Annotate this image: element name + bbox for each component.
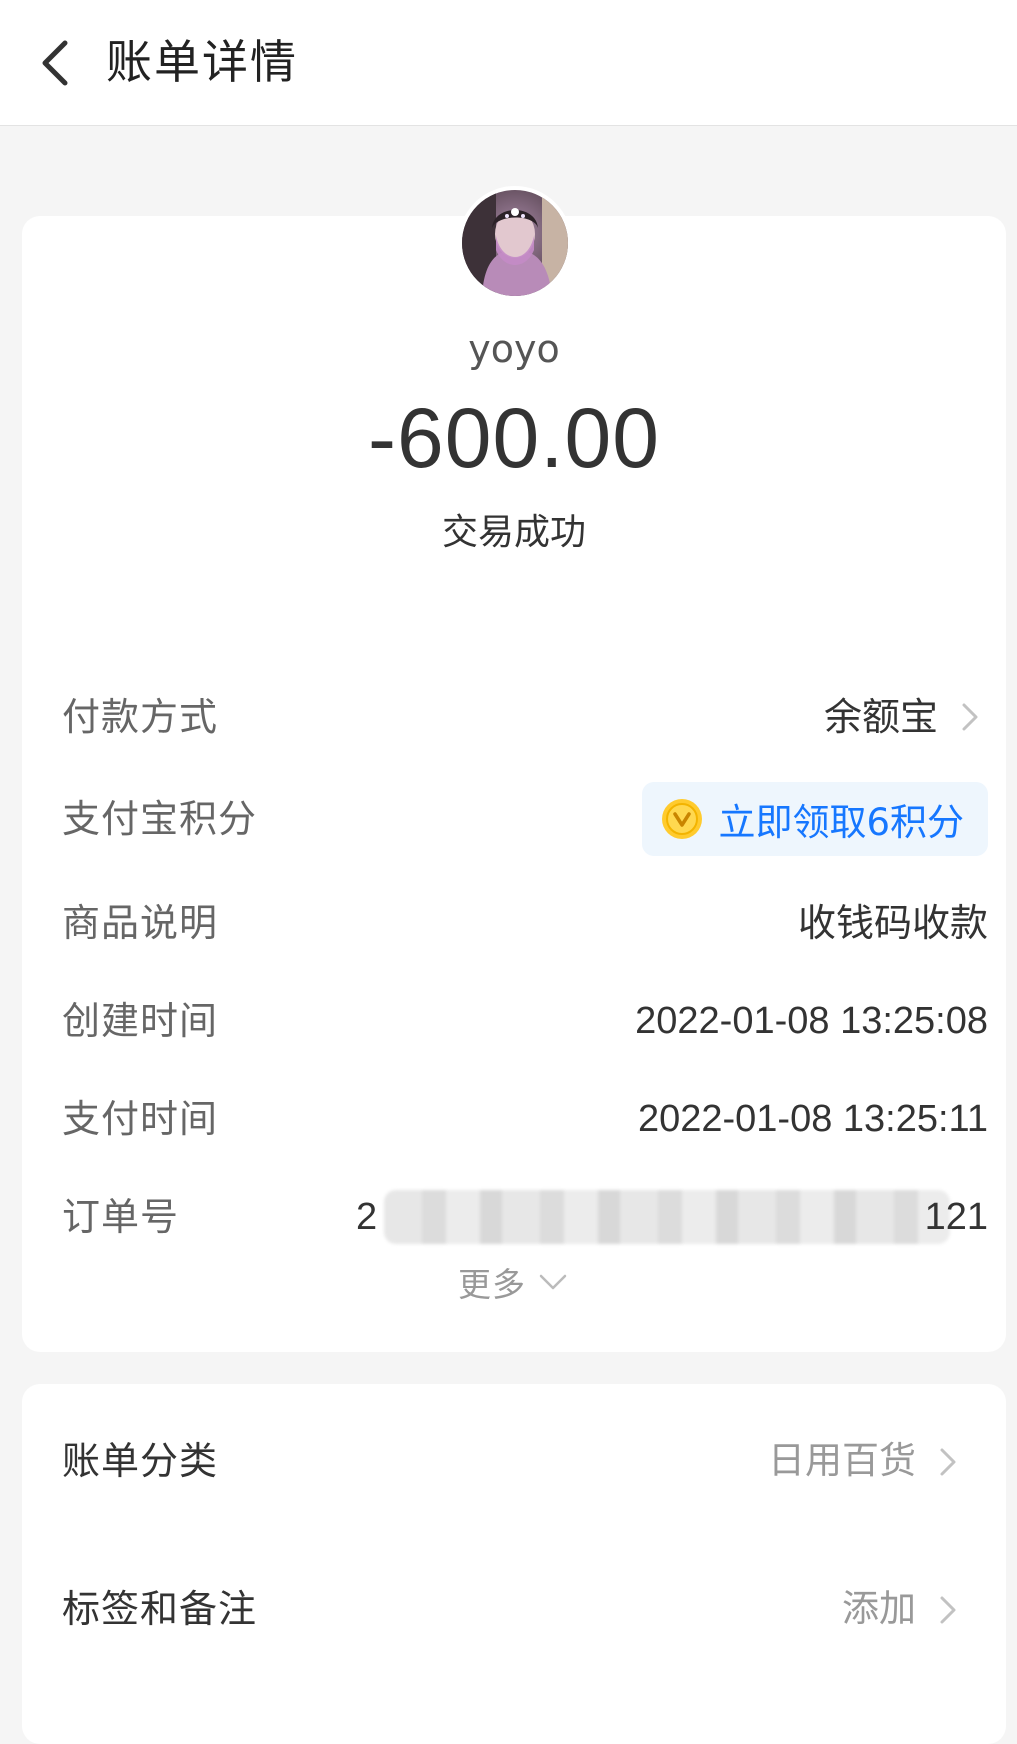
avatar-image [462, 190, 568, 296]
order-number-redaction [384, 1190, 950, 1244]
avatar[interactable] [458, 186, 572, 300]
order-number-label: 订单号 [62, 1195, 180, 1239]
row-order-number[interactable]: 订单号 2 121 [62, 1182, 988, 1252]
bill-category-label: 账单分类 [62, 1439, 219, 1483]
bill-category-value: 日用百货 [768, 1439, 916, 1482]
tags-notes-value: 添加 [842, 1587, 916, 1630]
description-value: 收钱码收款 [797, 901, 988, 945]
created-time-label: 创建时间 [62, 999, 219, 1043]
order-number-suffix: 121 [924, 1196, 988, 1238]
payment-method-value: 余额宝 [823, 695, 938, 739]
row-bill-category[interactable]: 账单分类 日用百货 [22, 1422, 1006, 1502]
created-time-value: 2022-01-08 13:25:08 [635, 1000, 988, 1042]
tags-notes-label: 标签和备注 [62, 1587, 258, 1631]
row-alipay-points: 支付宝积分 立即领取6积分 [62, 782, 988, 856]
claim-points-label: 立即领取6积分 [718, 801, 964, 844]
description-label: 商品说明 [62, 901, 219, 945]
transaction-status: 交易成功 [441, 512, 586, 553]
chevron-right-icon [940, 1596, 956, 1624]
chevron-right-icon [940, 1448, 956, 1476]
row-created-time: 创建时间 2022-01-08 13:25:08 [62, 986, 988, 1056]
chevron-down-icon [539, 1274, 567, 1290]
transaction-amount: -600.00 [368, 391, 660, 485]
counterparty-name: yoyo [468, 327, 560, 371]
row-description: 商品说明 收钱码收款 [62, 888, 988, 958]
claim-points-button[interactable]: 立即领取6积分 [642, 782, 988, 856]
chevron-right-icon [962, 703, 978, 731]
row-paid-time: 支付时间 2022-01-08 13:25:11 [62, 1084, 988, 1154]
more-label: 更多 [458, 1265, 526, 1304]
order-number-prefix: 2 [356, 1196, 378, 1238]
paid-time-value: 2022-01-08 13:25:11 [637, 1098, 988, 1140]
chevron-left-icon [42, 40, 68, 86]
classification-card: 账单分类 日用百货 标签和备注 添加 [22, 1384, 1006, 1744]
bill-summary-card: yoyo -600.00 交易成功 付款方式 余额宝 支付宝积分 立即领取6积分… [22, 186, 1006, 1352]
row-payment-method[interactable]: 付款方式 余额宝 [62, 682, 988, 752]
back-button[interactable] [22, 28, 92, 98]
row-tags-notes[interactable]: 标签和备注 添加 [22, 1570, 1006, 1650]
page-title: 账单详情 [106, 35, 298, 89]
points-label: 支付宝积分 [62, 797, 258, 841]
paid-time-label: 支付时间 [62, 1097, 219, 1141]
payment-method-label: 付款方式 [62, 695, 219, 739]
more-button[interactable]: 更多 [22, 1252, 1006, 1312]
top-nav-bar: 账单详情 [0, 0, 1017, 126]
points-coin-icon [662, 799, 703, 839]
